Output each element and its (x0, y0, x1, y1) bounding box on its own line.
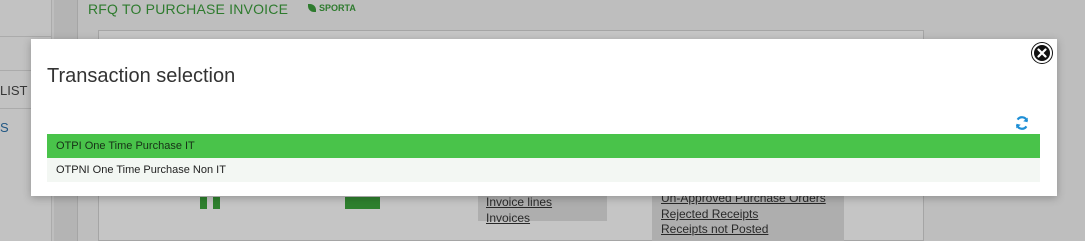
close-button[interactable] (1032, 43, 1052, 63)
transaction-list: OTPI One Time Purchase IT OTPNI One Time… (47, 134, 1040, 182)
transaction-selection-dialog: Transaction selection OTPI One Time Purc… (31, 39, 1057, 196)
list-item-otpi[interactable]: OTPI One Time Purchase IT (47, 134, 1040, 158)
refresh-icon[interactable] (1014, 115, 1030, 131)
list-item-otpni[interactable]: OTPNI One Time Purchase Non IT (47, 158, 1040, 182)
close-icon (1037, 48, 1047, 58)
dialog-title: Transaction selection (47, 65, 236, 87)
